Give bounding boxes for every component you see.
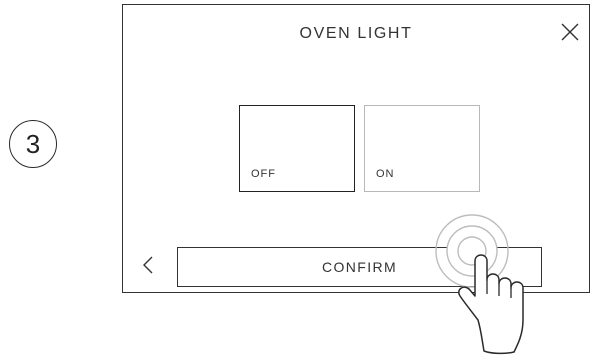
option-on-button[interactable]: ON	[364, 105, 480, 192]
step-number-badge: 3	[9, 120, 57, 168]
screen-title: OVEN LIGHT	[299, 25, 413, 42]
step-number: 3	[25, 128, 41, 159]
chevron-left-icon	[143, 256, 153, 274]
option-off-label: OFF	[251, 168, 276, 180]
back-button[interactable]	[141, 255, 155, 275]
option-on-label: ON	[376, 168, 395, 180]
option-off-button[interactable]: OFF	[239, 105, 355, 192]
close-icon	[561, 23, 579, 41]
confirm-button[interactable]: CONFIRM	[177, 247, 542, 287]
close-button[interactable]	[559, 21, 581, 43]
confirm-label: CONFIRM	[321, 259, 398, 275]
oven-display-screen: OVEN LIGHT OFF ON CONFIRM	[122, 4, 590, 293]
